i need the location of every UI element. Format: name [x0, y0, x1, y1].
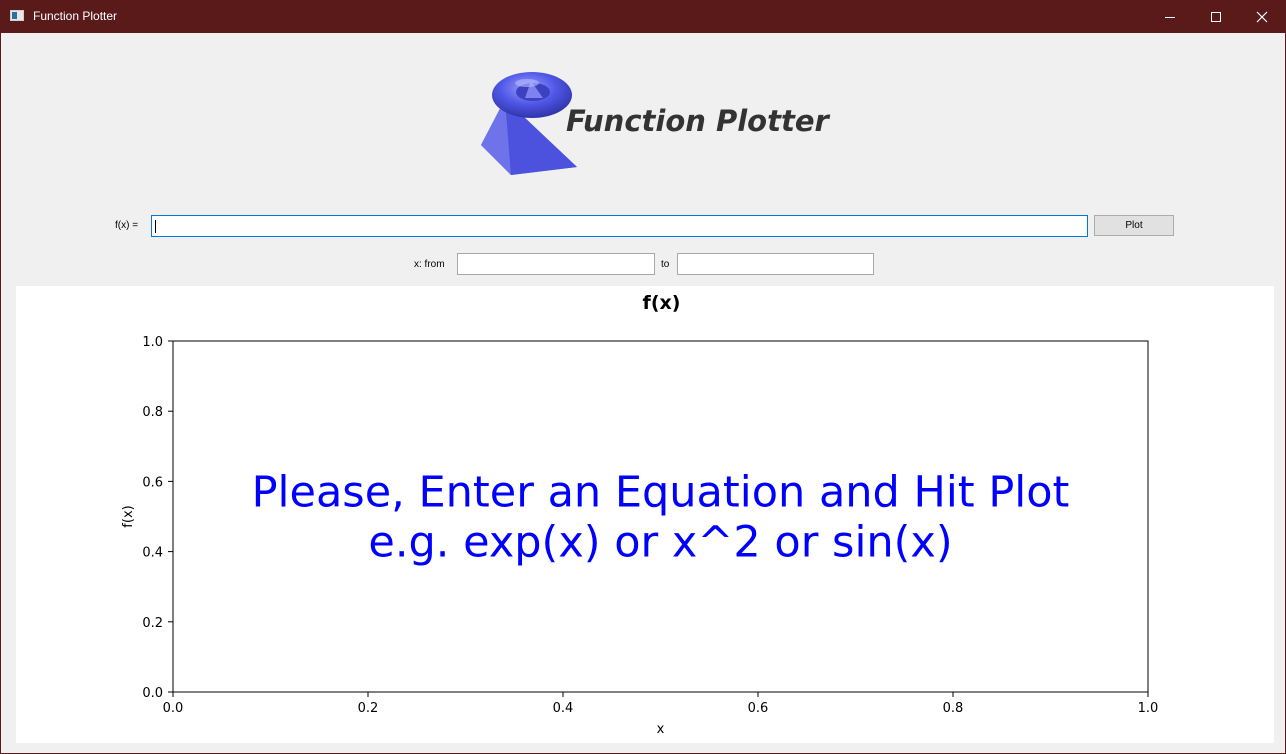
x-tick-label: 0.4: [553, 701, 574, 716]
app-window-icon: [10, 10, 24, 21]
y-tick-label: 0.4: [142, 546, 163, 561]
y-axis-label: f(x): [121, 505, 136, 527]
chart-annotation: Please, Enter an Equation and Hit Plot: [252, 468, 1070, 518]
fx-label: f(x) =: [115, 220, 139, 231]
y-tick-label: 0.8: [142, 405, 163, 420]
x-tick-label: 0.8: [943, 701, 964, 716]
x-tick-label: 0.0: [163, 701, 184, 716]
app-window: Function Plotter Function Plotter f(x) =…: [0, 0, 1286, 754]
y-tick-label: 1.0: [142, 335, 163, 350]
window-title: Function Plotter: [33, 9, 118, 23]
maximize-icon: [1211, 12, 1221, 22]
minimize-icon: [1165, 17, 1175, 18]
x-to-input[interactable]: [677, 253, 874, 275]
x-tick-label: 0.2: [358, 701, 379, 716]
maximize-button[interactable]: [1193, 1, 1239, 33]
x-to-label: to: [661, 259, 670, 270]
fx-input[interactable]: [151, 215, 1088, 237]
text-caret: [155, 220, 156, 233]
plot-button[interactable]: Plot: [1094, 215, 1174, 236]
minimize-button[interactable]: [1147, 1, 1193, 33]
close-icon: [1256, 11, 1268, 23]
logo-text: Function Plotter: [566, 104, 829, 138]
y-tick-label: 0.0: [142, 686, 163, 701]
chart-title: f(x): [643, 292, 681, 314]
x-tick-label: 1.0: [1138, 701, 1159, 716]
plot-canvas[interactable]: f(x) 0.0 0.2 0.4 0.6 0.8 1.0 0.0 0.2 0.4 0.6 0.8 1.0…: [16, 286, 1274, 743]
title-bar[interactable]: Function Plotter: [1, 1, 1285, 33]
chart-annotation: e.g. exp(x) or x^2 or sin(x): [368, 518, 952, 568]
x-tick-label: 0.6: [748, 701, 769, 716]
close-button[interactable]: [1239, 1, 1285, 33]
x-axis-label: x: [657, 722, 665, 737]
x-from-input[interactable]: [457, 253, 655, 275]
y-tick-label: 0.6: [142, 475, 163, 490]
x-from-label: x: from: [414, 259, 445, 270]
y-tick-label: 0.2: [142, 616, 163, 631]
chart-svg: f(x) 0.0 0.2 0.4 0.6 0.8 1.0 0.0 0.2 0.4 0.6 0.8 1.0…: [121, 292, 1159, 737]
